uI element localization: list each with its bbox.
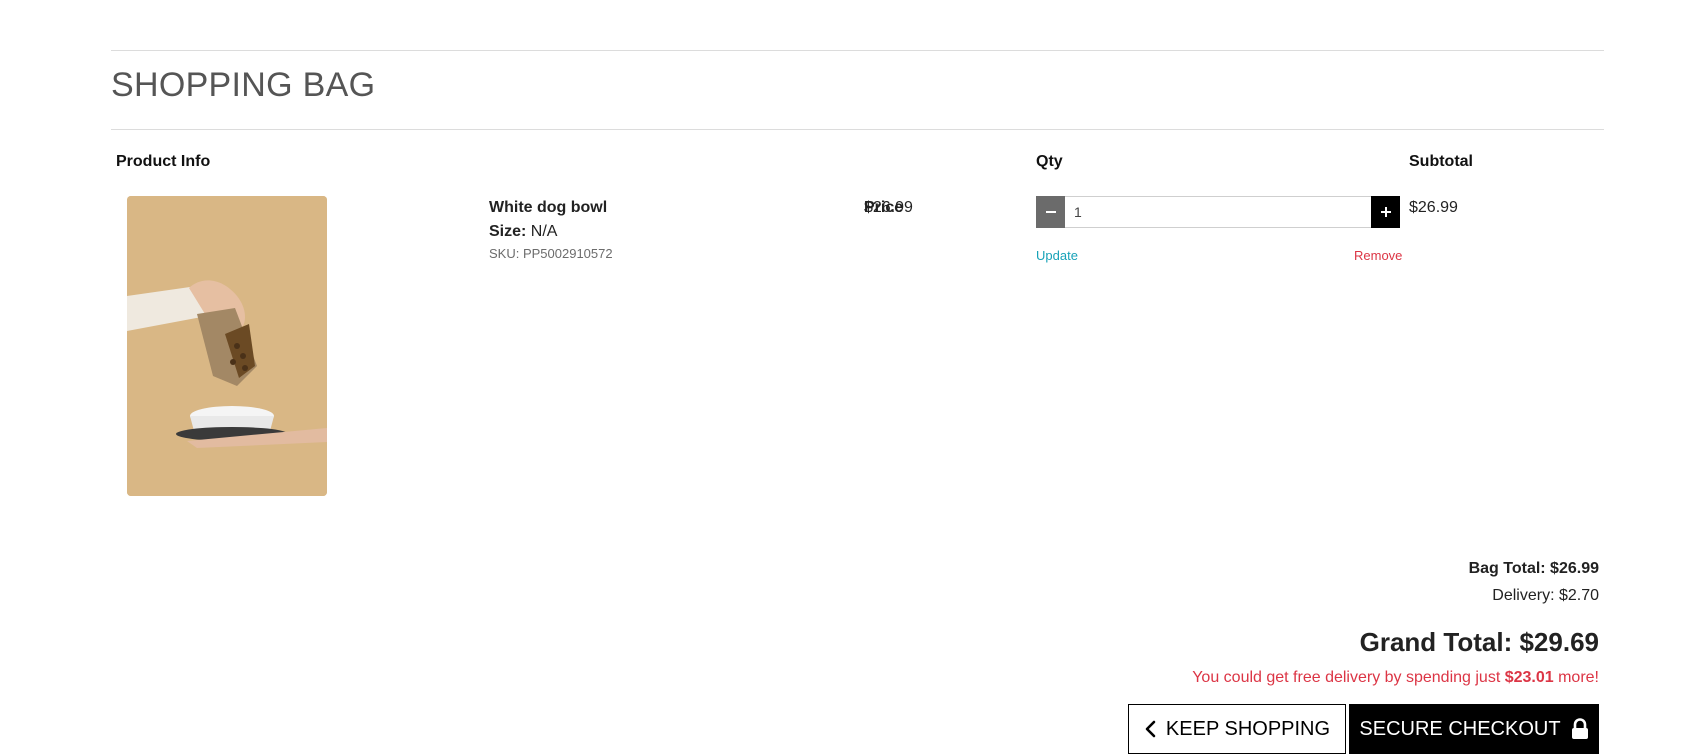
free-delivery-prefix: You could get free delivery by spending … [1192,669,1505,686]
page-title: SHOPPING BAG [111,66,376,104]
product-price: $26.99 [864,199,913,216]
secure-checkout-label: SECURE CHECKOUT [1359,717,1561,740]
lock-icon [1571,718,1589,740]
product-image [127,196,327,496]
keep-shopping-label: KEEP SHOPPING [1165,717,1331,740]
decrement-button[interactable] [1036,196,1065,228]
size-value: N/A [530,223,558,240]
keep-shopping-button[interactable]: KEEP SHOPPING [1128,704,1346,754]
chevron-left-icon [1144,720,1156,738]
product-size: Size: N/A [489,223,557,241]
increment-button[interactable] [1371,196,1400,228]
product-name: White dog bowl [489,199,608,216]
size-label: Size: [489,223,527,240]
quantity-input[interactable] [1065,196,1371,228]
bag-total: Bag Total: $26.99 [1468,560,1599,577]
product-subtotal: $26.99 [1409,199,1458,216]
product-sku: SKU: PP5002910572 [489,246,613,261]
free-delivery-suffix: more! [1553,669,1599,686]
delivery-cost: Delivery: $2.70 [1492,587,1599,604]
plus-icon [1380,207,1391,217]
minus-icon [1045,211,1056,213]
top-divider [111,50,1604,51]
remove-link[interactable]: Remove [1354,248,1402,263]
header-subtotal: Subtotal [1409,153,1473,170]
free-delivery-message: You could get free delivery by spending … [1192,669,1599,687]
grand-total: Grand Total: $29.69 [1359,627,1599,657]
title-divider [111,129,1604,130]
quantity-stepper [1036,196,1400,228]
update-link[interactable]: Update [1036,248,1078,263]
header-qty: Qty [1036,153,1063,170]
header-product-info: Product Info [116,153,211,170]
secure-checkout-button[interactable]: SECURE CHECKOUT [1349,704,1599,754]
free-delivery-amount: $23.01 [1504,669,1554,686]
